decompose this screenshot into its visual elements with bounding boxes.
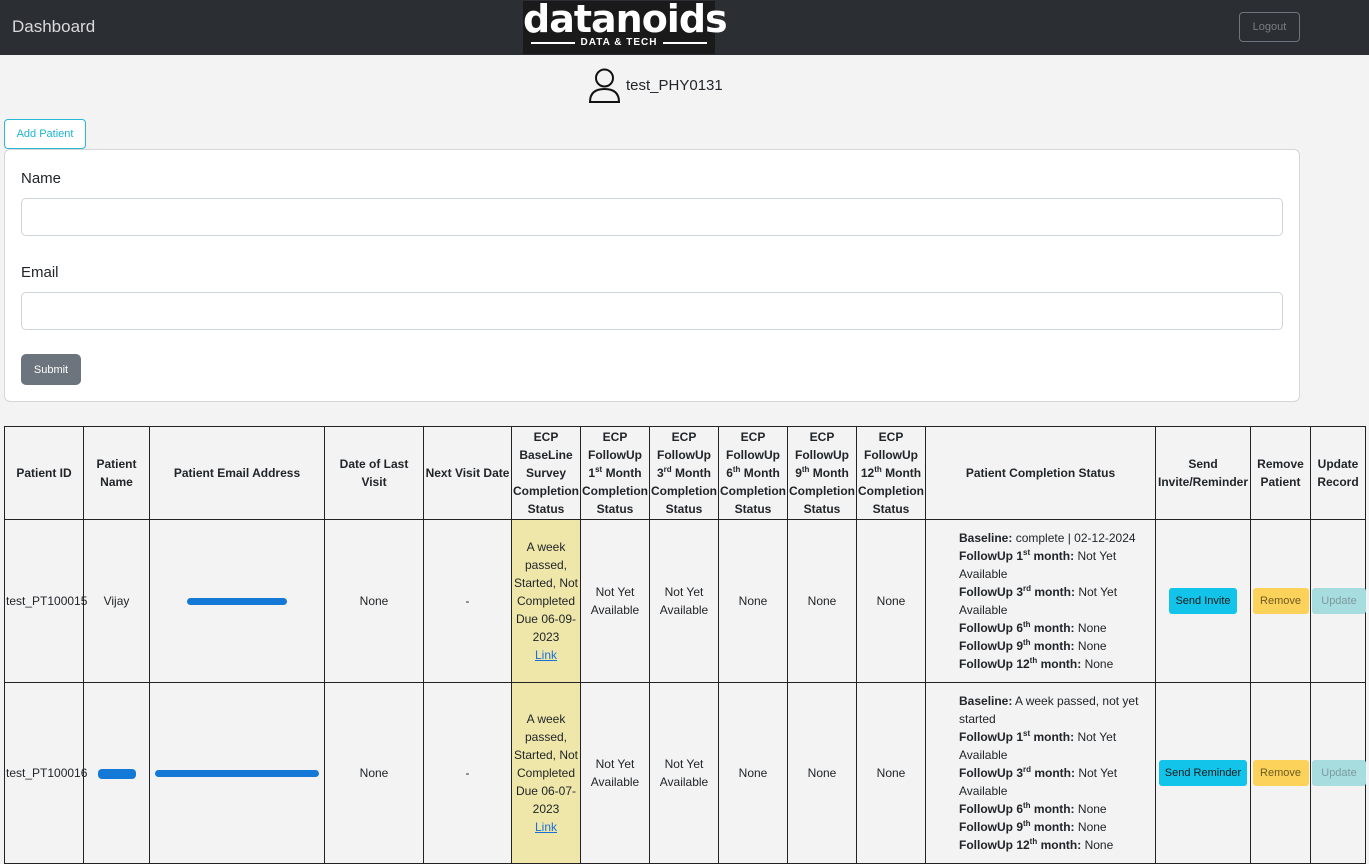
status-line: Baseline: A week passed, not yet started	[959, 694, 1139, 726]
cell-patient-id: test_PT100015	[4, 519, 87, 683]
cell-send: Send Invite	[1155, 519, 1251, 683]
header-send: Send Invite/Reminder	[1155, 426, 1251, 520]
header-patient-name: Patient Name	[83, 426, 150, 520]
cell-baseline: A week passed, Started, Not Completed Du…	[511, 519, 581, 683]
navbar-brand[interactable]: Dashboard	[12, 17, 95, 37]
cell-fu12: None	[856, 682, 926, 864]
name-input[interactable]	[21, 198, 1283, 236]
add-patient-button[interactable]: Add Patient	[4, 119, 86, 149]
cell-fu3: Not Yet Available	[649, 682, 719, 864]
update-button[interactable]: Update	[1312, 760, 1366, 786]
email-label: Email	[21, 264, 59, 281]
header-update: Update Record	[1310, 426, 1366, 520]
baseline-link[interactable]: Link	[535, 648, 557, 662]
header-baseline: ECP BaseLine Survey Completion Status	[511, 426, 581, 520]
cell-patient-name: Vijay	[83, 519, 150, 683]
cell-update: Update	[1310, 519, 1366, 683]
cell-baseline: A week passed, Started, Not Completed Du…	[511, 682, 581, 864]
redacted-name	[97, 768, 136, 779]
header-patient-email: Patient Email Address	[149, 426, 325, 520]
cell-send: Send Reminder	[1155, 682, 1251, 864]
logo-tagline: DATA & TECH	[531, 37, 708, 48]
status-line: FollowUp 9th month: None	[959, 819, 1107, 835]
table-header-row: Patient ID Patient Name Patient Email Ad…	[4, 426, 1366, 520]
cell-patient-email	[149, 682, 325, 864]
cell-fu1: Not Yet Available	[580, 682, 650, 864]
cell-next-visit: -	[423, 519, 512, 683]
header-fu12: ECP FollowUp 12th Month Completion Statu…	[856, 426, 926, 520]
cell-last-visit: None	[324, 519, 424, 683]
user-name: test_PHY0131	[626, 77, 723, 94]
cell-patient-id: test_PT100016	[4, 682, 87, 864]
redacted-email	[155, 770, 319, 778]
remove-button[interactable]: Remove	[1252, 760, 1309, 786]
name-label: Name	[21, 170, 62, 187]
cell-completion-status: Baseline: complete | 02-12-2024 FollowUp …	[925, 519, 1156, 683]
cell-patient-name	[83, 682, 150, 864]
status-line: FollowUp 12th month: None	[959, 656, 1114, 672]
logo-word: datanoids	[523, 0, 728, 41]
datanoids-logo: datanoids DATA & TECH	[523, 0, 728, 54]
status-line: FollowUp 1st month: Not Yet Available	[959, 729, 1117, 763]
send-reminder-button[interactable]: Send Reminder	[1158, 760, 1248, 786]
email-input[interactable]	[21, 292, 1283, 330]
header-last-visit: Date of Last Visit	[324, 426, 424, 520]
header-remove: Remove Patient	[1250, 426, 1311, 520]
cell-remove: Remove	[1250, 682, 1311, 864]
cell-fu9: None	[787, 519, 857, 683]
cell-remove: Remove	[1250, 519, 1311, 683]
header-fu6: ECP FollowUp 6th Month Completion Status	[718, 426, 788, 520]
cell-fu6: None	[718, 682, 788, 864]
submit-button[interactable]: Submit	[21, 354, 81, 385]
header-patient-id: Patient ID	[4, 426, 84, 520]
status-line: FollowUp 6th month: None	[959, 620, 1107, 636]
header-fu9: ECP FollowUp 9th Month Completion Status	[787, 426, 857, 520]
add-patient-form: Name Email Submit	[4, 149, 1300, 402]
status-line: FollowUp 1st month: Not Yet Available	[959, 548, 1117, 582]
patients-table: Patient ID Patient Name Patient Email Ad…	[4, 426, 1366, 864]
remove-button[interactable]: Remove	[1252, 588, 1309, 614]
cell-fu1: Not Yet Available	[580, 519, 650, 683]
cell-update: Update	[1310, 682, 1366, 864]
header-fu1: ECP FollowUp 1st Month Completion Status	[580, 426, 650, 520]
status-line: FollowUp 3rd month: Not Yet Available	[959, 584, 1118, 618]
table-row: test_PT100015 Vijay None - A week passed…	[4, 519, 1366, 683]
cell-fu9: None	[787, 682, 857, 864]
status-line: FollowUp 12th month: None	[959, 837, 1114, 853]
header-completion-status: Patient Completion Status	[925, 426, 1156, 520]
header-fu3: ECP FollowUp 3rd Month Completion Status	[649, 426, 719, 520]
status-line: FollowUp 3rd month: Not Yet Available	[959, 765, 1118, 799]
cell-next-visit: -	[423, 682, 512, 864]
cell-completion-status: Baseline: A week passed, not yet started…	[925, 682, 1156, 864]
user-icon	[588, 68, 621, 103]
status-line: FollowUp 9th month: None	[959, 638, 1107, 654]
cell-fu3: Not Yet Available	[649, 519, 719, 683]
send-invite-button[interactable]: Send Invite	[1169, 588, 1237, 614]
baseline-link[interactable]: Link	[535, 820, 557, 834]
cell-patient-email	[149, 519, 325, 683]
top-navbar: Dashboard datanoids DATA & TECH Logout	[0, 0, 1369, 55]
header-next-visit: Next Visit Date	[423, 426, 512, 520]
current-user: test_PHY0131	[588, 67, 723, 104]
update-button[interactable]: Update	[1312, 588, 1366, 614]
cell-fu12: None	[856, 519, 926, 683]
table-row: test_PT100016 None - A week passed, Star…	[4, 682, 1366, 864]
cell-last-visit: None	[324, 682, 424, 864]
redacted-email	[187, 598, 287, 606]
cell-fu6: None	[718, 519, 788, 683]
logout-button[interactable]: Logout	[1239, 12, 1300, 42]
status-line: FollowUp 6th month: None	[959, 801, 1107, 817]
status-line: Baseline: complete | 02-12-2024	[959, 531, 1136, 545]
